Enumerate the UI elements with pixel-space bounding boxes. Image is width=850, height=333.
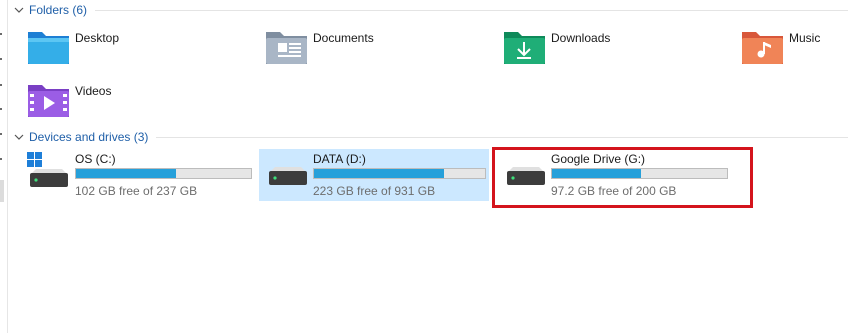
folder-desktop[interactable]: Desktop	[27, 28, 207, 74]
drive-name: OS (C:)	[75, 152, 116, 166]
folder-label: Documents	[313, 31, 374, 45]
folders-group-header[interactable]: Folders (6)	[12, 2, 848, 18]
nav-dot	[0, 108, 2, 110]
os-drive-icon	[26, 151, 70, 196]
documents-folder-icon	[265, 28, 309, 68]
nav-dot	[0, 58, 2, 60]
chevron-down-icon[interactable]	[12, 3, 26, 17]
folder-label: Videos	[75, 84, 112, 98]
folder-label: Music	[789, 31, 821, 45]
drive-os-c[interactable]: OS (C:) 102 GB free of 237 GB	[20, 149, 256, 201]
group-divider	[156, 136, 848, 138]
videos-folder-icon	[27, 81, 71, 121]
nav-dot	[0, 133, 2, 135]
nav-scroll-mark	[0, 180, 4, 202]
highlight-annotation-box	[492, 147, 753, 208]
folder-label: Desktop	[75, 31, 120, 45]
drive-usage-bar	[313, 168, 486, 179]
nav-dot	[0, 33, 2, 35]
folders-group-title: Folders (6)	[29, 3, 88, 17]
drive-usage-bar	[75, 168, 252, 179]
devices-group-header[interactable]: Devices and drives (3)	[12, 129, 848, 145]
nav-dot	[0, 158, 2, 160]
drive-usage-fill	[314, 169, 444, 178]
drive-free-space: 223 GB free of 931 GB	[313, 184, 436, 198]
folder-downloads[interactable]: Downloads	[503, 28, 683, 74]
downloads-folder-icon	[503, 28, 547, 68]
devices-group-title: Devices and drives (3)	[29, 130, 149, 144]
folder-videos[interactable]: Videos	[27, 81, 207, 127]
group-divider	[95, 9, 848, 11]
hard-drive-icon	[265, 157, 309, 196]
folder-music[interactable]: Music	[741, 28, 846, 74]
folder-documents[interactable]: Documents	[265, 28, 445, 74]
desktop-folder-icon	[27, 28, 71, 68]
drive-name: DATA (D:)	[313, 152, 366, 166]
drive-free-space: 102 GB free of 237 GB	[75, 184, 198, 198]
folder-label: Downloads	[551, 31, 611, 45]
drive-usage-fill	[76, 169, 176, 178]
drive-data-d[interactable]: DATA (D:) 223 GB free of 931 GB	[259, 149, 489, 201]
chevron-down-icon[interactable]	[12, 130, 26, 144]
music-folder-icon	[741, 28, 785, 68]
nav-dot	[0, 84, 2, 86]
navigation-pane-edge	[0, 0, 8, 333]
